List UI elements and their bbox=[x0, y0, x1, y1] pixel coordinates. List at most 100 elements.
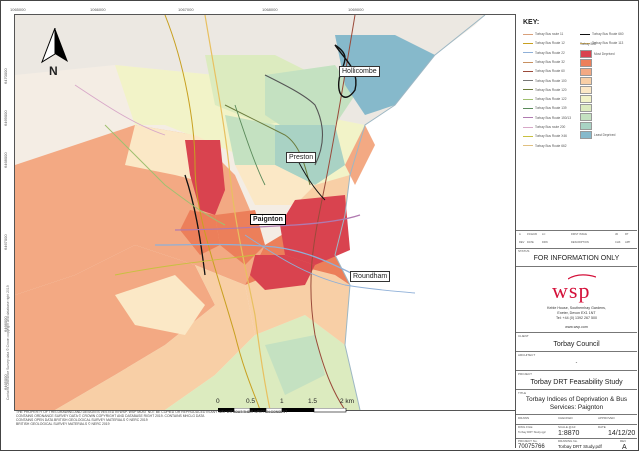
grid-label-left: 6467000 bbox=[3, 234, 8, 250]
legend-line-swatch bbox=[523, 117, 533, 119]
key-title: KEY: bbox=[523, 19, 540, 26]
legend-label: Torbay Bus Route X46 bbox=[535, 134, 567, 139]
imd-legend-item bbox=[580, 86, 594, 94]
date-value: 14/12/20 bbox=[608, 430, 636, 437]
note-line: BRITISH GEOLOGICAL SURVEY MATERIALS © NE… bbox=[16, 422, 110, 426]
legend-swatch bbox=[580, 113, 592, 121]
grid-label-left: 6468000 bbox=[3, 152, 8, 168]
wsp-logo: wsp bbox=[552, 278, 591, 303]
legend-label: Torbay Bus Route 32 bbox=[535, 59, 565, 64]
client-name: Torbay Council bbox=[553, 341, 600, 348]
drawing-number-label: DRAWING No. bbox=[558, 439, 578, 443]
copyright-notes: THE PROPERTY OF THIS DRAWING AND DESIGN … bbox=[16, 410, 346, 426]
route-legend-item: Torbay Bus Route 662 bbox=[523, 144, 567, 149]
rev-cell: LC bbox=[542, 233, 546, 236]
legend-line-swatch bbox=[523, 33, 533, 35]
map-canvas[interactable] bbox=[14, 14, 516, 411]
place-label-hollicombe: Hollicombe bbox=[339, 66, 380, 77]
legend-swatch bbox=[580, 77, 592, 85]
imd-legend-item bbox=[580, 68, 594, 76]
imd-heading: Torbay IMD bbox=[580, 42, 597, 46]
imd-legend-item bbox=[580, 104, 594, 112]
rev-header: APP bbox=[625, 241, 631, 244]
legend-label: Torbay Bus Route 113 bbox=[592, 41, 624, 46]
address-line: Tel: +44 (0) 1392 267 500 bbox=[555, 316, 598, 320]
side-note-text: Contains Ordnance Survey data © Crown co… bbox=[6, 285, 10, 400]
divider bbox=[516, 424, 637, 425]
imd-legend-item bbox=[580, 122, 594, 130]
imd-legend-item: Most Deprived bbox=[580, 50, 615, 58]
place-label-paignton: Paignton bbox=[250, 214, 286, 225]
legend-label: Torbay Bus Route 120 bbox=[535, 87, 567, 92]
scale-label: SCALE @A3 bbox=[558, 425, 576, 429]
legend-line-swatch bbox=[523, 108, 533, 110]
revision-table: A 15/12/20 LC FIRST ISSUE JD RT REV DATE… bbox=[516, 230, 637, 249]
legend-label: Torbay Bus Route 60 bbox=[535, 69, 565, 74]
status-label: STATUS bbox=[518, 249, 530, 253]
rev-cell: RT bbox=[625, 233, 629, 236]
scale-tick: 0 bbox=[216, 398, 220, 405]
legend-line-swatch bbox=[523, 52, 533, 54]
route-legend-item: Torbay Bus route 200 bbox=[523, 125, 565, 130]
title-line: Services: Paignton bbox=[549, 404, 604, 411]
divider bbox=[516, 351, 637, 352]
legend-line-swatch bbox=[580, 33, 590, 35]
north-label: N bbox=[49, 64, 58, 78]
route-legend-item: Torbay Bus Route 122 bbox=[523, 97, 567, 102]
legend-label: Torbay Bus Route 100 bbox=[535, 78, 567, 83]
legend-line-swatch bbox=[523, 89, 533, 91]
rev-header: DRN bbox=[542, 241, 548, 244]
route-legend-item: Torbay Bus Route 660 bbox=[580, 32, 624, 37]
title-label: TITLE bbox=[518, 391, 527, 395]
legend-line-swatch bbox=[523, 80, 533, 82]
route-legend-item: Torbay Bus Route 22 bbox=[523, 51, 565, 56]
legend-line-swatch bbox=[523, 145, 533, 147]
legend-label: Torbay Bus Route 122 bbox=[535, 97, 567, 102]
route-legend-item: Torbay Bus route 11 bbox=[523, 32, 563, 37]
rev-cell: JD bbox=[615, 233, 619, 236]
legend-label: Least Deprived bbox=[594, 132, 616, 137]
grid-label-top: 1066000 bbox=[90, 7, 106, 12]
legend-label: Torbay Bus Route 12 bbox=[535, 41, 565, 46]
legend-swatch bbox=[580, 68, 592, 76]
legend-label: Torbay Bus Route 139 bbox=[535, 106, 567, 111]
map-graphic bbox=[15, 15, 515, 410]
title-block: KEY: Torbay Bus route 11 Torbay Bus Route… bbox=[515, 14, 637, 451]
divider bbox=[516, 414, 637, 415]
route-legend-item: Torbay Bus Route 120 bbox=[523, 88, 567, 93]
imd-legend-item bbox=[580, 113, 594, 121]
scale-tick: 1 bbox=[280, 398, 284, 405]
grid-label-left: 6470000 bbox=[3, 68, 8, 84]
grid-label-top: 1069000 bbox=[348, 7, 364, 12]
route-legend-item: Torbay Bus Route 60 bbox=[523, 69, 565, 74]
legend-label: Most Deprived bbox=[594, 51, 615, 56]
legend-line-swatch bbox=[523, 70, 533, 72]
place-label-roundham: Roundham bbox=[350, 271, 391, 282]
architect-value: - bbox=[575, 360, 578, 366]
legend-label: Torbay Bus route 200 bbox=[535, 125, 566, 129]
legend-swatch bbox=[580, 95, 592, 103]
legend-line-swatch bbox=[523, 98, 533, 100]
grid-label-top: 1068000 bbox=[262, 7, 278, 12]
divider bbox=[516, 389, 637, 390]
legend-label: Torbay Bus Route 662 bbox=[535, 143, 567, 148]
grid-label-top: 1067000 bbox=[178, 7, 194, 12]
imd-legend-item bbox=[580, 95, 594, 103]
rev-cell: A bbox=[519, 233, 521, 236]
drawn-label: DRAWN bbox=[518, 416, 530, 420]
imd-legend-item bbox=[580, 59, 594, 67]
project-number-label: PROJECT No. bbox=[518, 439, 538, 443]
project-label: PROJECT bbox=[518, 372, 533, 376]
route-legend-item: Torbay Bus Route 139 bbox=[523, 106, 567, 111]
rev-header: DATE bbox=[527, 241, 534, 244]
rev-cell: FIRST ISSUE bbox=[571, 233, 587, 236]
grid-label-top: 1065000 bbox=[10, 7, 26, 12]
legend-swatch bbox=[580, 131, 592, 139]
route-legend-item: Torbay Bus Route 100 bbox=[523, 79, 567, 84]
rev-label: REV bbox=[620, 439, 627, 443]
divider bbox=[516, 370, 637, 371]
company-website: www.wsp.com bbox=[565, 325, 588, 329]
rev-value: A bbox=[622, 444, 627, 451]
rev-header: DESCRIPTION bbox=[571, 241, 589, 244]
legend-label: Torbay Bus Route 150/13 bbox=[535, 115, 571, 120]
